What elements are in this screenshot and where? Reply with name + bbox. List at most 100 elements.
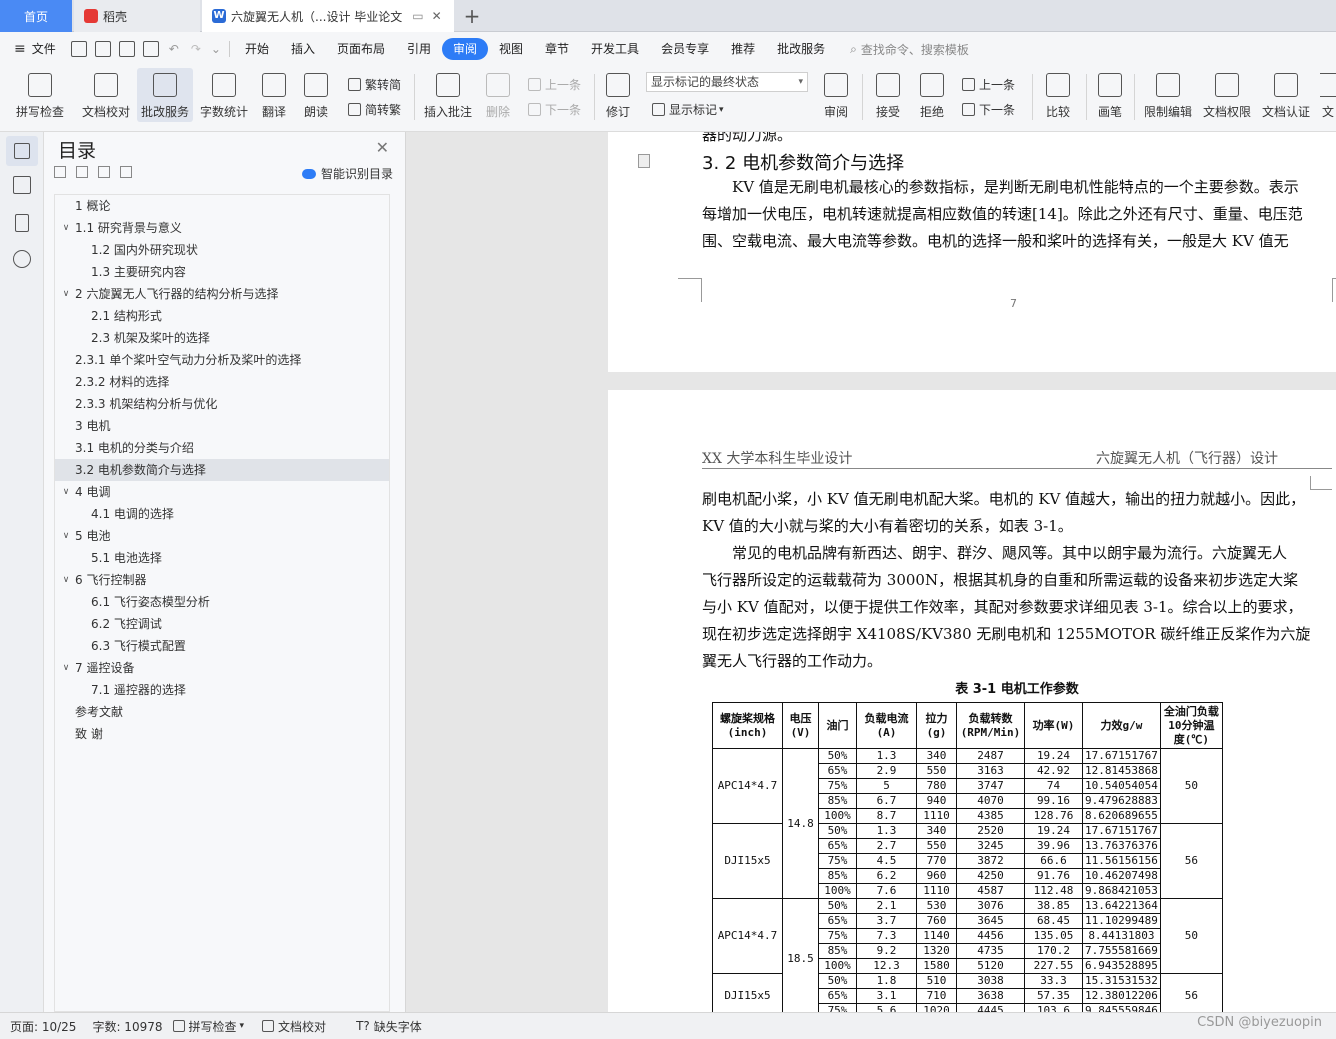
menu-view[interactable]: 视图 xyxy=(488,38,534,60)
chevron-down-icon[interactable]: ∨ xyxy=(61,569,71,591)
search-icon[interactable] xyxy=(13,250,31,268)
menu-reference[interactable]: 引用 xyxy=(396,38,442,60)
annotation-icon[interactable] xyxy=(638,154,650,168)
next-comment-button[interactable]: 下一条 xyxy=(528,101,581,118)
toc-item[interactable]: 2.3.1 单个桨叶空气动力分析及桨叶的选择 xyxy=(55,349,389,371)
ribbon-more-button[interactable]: 文 xyxy=(1320,68,1336,120)
proofread-status[interactable]: 文档校对 xyxy=(262,1018,326,1035)
toc-rail-button[interactable] xyxy=(6,136,38,166)
doc-certify-button[interactable]: 文档认证 xyxy=(1258,68,1314,120)
toc-item[interactable]: 7.1 遥控器的选择 xyxy=(55,679,389,701)
structure-icon[interactable] xyxy=(13,176,31,194)
toc-item[interactable]: ∨ 6 飞行控制器 xyxy=(55,569,389,591)
save-icon[interactable] xyxy=(70,41,87,57)
menu-member[interactable]: 会员专享 xyxy=(650,38,720,60)
prev-comment-button[interactable]: 上一条 xyxy=(528,76,581,93)
review-pane-button[interactable]: 审阅 xyxy=(816,68,856,120)
trad-to-simp-button[interactable]: 繁转简 xyxy=(348,76,401,93)
close-icon[interactable]: ✕ xyxy=(376,138,389,157)
expand-up-icon[interactable] xyxy=(76,166,88,178)
toc-item[interactable]: 2.3.3 机架结构分析与优化 xyxy=(55,393,389,415)
menu-insert[interactable]: 插入 xyxy=(280,38,326,60)
chevron-down-icon[interactable]: ∨ xyxy=(61,283,71,305)
toc-item[interactable]: 1 概论 xyxy=(55,195,389,217)
toc-item[interactable]: ∨ 5 电池 xyxy=(55,525,389,547)
reject-button[interactable]: 拒绝 xyxy=(912,68,952,120)
new-tab-button[interactable]: + xyxy=(458,0,486,32)
undo-icon[interactable]: ↶ xyxy=(169,42,179,56)
accept-button[interactable]: 接受 xyxy=(868,68,908,120)
toc-item[interactable]: 3.2 电机参数简介与选择 xyxy=(55,459,389,481)
pen-button[interactable]: 画笔 xyxy=(1092,68,1128,120)
restrict-edit-button[interactable]: 限制编辑 xyxy=(1140,68,1196,120)
translate-button[interactable]: 翻译 xyxy=(256,68,292,120)
toc-item[interactable]: ∨ 1.1 研究背景与意义 xyxy=(55,217,389,239)
prev-change-button[interactable]: 上一条 xyxy=(962,76,1015,93)
tab-document[interactable]: W 六旋翼无人机（...设计 毕业论文 ▭ ✕ xyxy=(202,0,454,32)
remove-item-icon[interactable] xyxy=(120,166,132,178)
spell-check-button[interactable]: 拼写检查 xyxy=(10,68,70,120)
print-icon[interactable] xyxy=(118,41,135,57)
tab-home[interactable]: 首页 xyxy=(0,0,72,32)
delete-comment-button[interactable]: 删除 xyxy=(480,68,516,120)
menu-file[interactable]: 文件 xyxy=(26,38,67,60)
toc-item[interactable]: 3 电机 xyxy=(55,415,389,437)
smart-toc-button[interactable]: 智能识别目录 xyxy=(301,165,393,182)
compare-button[interactable]: 比较 xyxy=(1038,68,1078,120)
toc-item[interactable]: ∨ 4 电调 xyxy=(55,481,389,503)
menu-recommend[interactable]: 推荐 xyxy=(720,38,766,60)
collapse-all-icon[interactable] xyxy=(54,166,66,178)
menu-chapter[interactable]: 章节 xyxy=(534,38,580,60)
track-changes-button[interactable]: 修订 xyxy=(600,68,636,120)
redo-icon[interactable]: ↷ xyxy=(191,42,201,56)
word-count-button[interactable]: 字数统计 xyxy=(196,68,252,120)
proofread-button[interactable]: 文档校对 xyxy=(78,68,134,120)
menu-start[interactable]: 开始 xyxy=(234,38,280,60)
toc-item[interactable]: 1.2 国内外研究现状 xyxy=(55,239,389,261)
toc-item[interactable]: 4.1 电调的选择 xyxy=(55,503,389,525)
toc-item[interactable]: 2.1 结构形式 xyxy=(55,305,389,327)
page-indicator[interactable]: 页面: 10/25 xyxy=(10,1018,76,1035)
menu-layout[interactable]: 页面布局 xyxy=(326,38,396,60)
add-item-icon[interactable] xyxy=(98,166,110,178)
read-aloud-button[interactable]: 朗读 xyxy=(298,68,334,120)
next-change-button[interactable]: 下一条 xyxy=(962,101,1015,118)
toc-item[interactable]: 6.1 飞行姿态模型分析 xyxy=(55,591,389,613)
bookmark-icon[interactable] xyxy=(15,214,29,232)
doc-permission-button[interactable]: 文档权限 xyxy=(1199,68,1255,120)
close-tab-icon[interactable]: ✕ xyxy=(432,9,442,23)
export-icon[interactable] xyxy=(94,41,111,57)
insert-comment-button[interactable]: 插入批注 xyxy=(420,68,476,120)
menu-review[interactable]: 审阅 xyxy=(442,38,489,60)
chevron-down-icon[interactable]: ∨ xyxy=(61,657,71,679)
menu-devtools[interactable]: 开发工具 xyxy=(580,38,650,60)
review-service-button[interactable]: 批改服务 xyxy=(137,68,193,122)
command-search[interactable]: 查找命令、搜索模板 xyxy=(861,41,969,58)
missing-font-status[interactable]: T? 缺失字体 xyxy=(356,1018,422,1035)
toc-item[interactable]: ∨ 7 遥控设备 xyxy=(55,657,389,679)
toc-item[interactable]: 参考文献 xyxy=(55,701,389,723)
more-icon[interactable]: ⌄ xyxy=(211,42,221,56)
chevron-down-icon[interactable]: ∨ xyxy=(61,217,71,239)
toc-item[interactable]: 5.1 电池选择 xyxy=(55,547,389,569)
hamburger-icon[interactable]: ≡ xyxy=(14,41,26,57)
menu-correction[interactable]: 批改服务 xyxy=(766,38,836,60)
preview-icon[interactable] xyxy=(142,41,159,57)
screen-icon[interactable]: ▭ xyxy=(412,9,423,23)
chevron-down-icon[interactable]: ∨ xyxy=(61,525,71,547)
toc-item[interactable]: 3.1 电机的分类与介绍 xyxy=(55,437,389,459)
toc-item[interactable]: 1.3 主要研究内容 xyxy=(55,261,389,283)
toc-item[interactable]: ∨ 2 六旋翼无人飞行器的结构分析与选择 xyxy=(55,283,389,305)
show-marks-button[interactable]: 显示标记 ▾ xyxy=(652,101,724,118)
toc-item[interactable]: 6.2 飞控调试 xyxy=(55,613,389,635)
spell-check-status[interactable]: 拼写检查 ▾ xyxy=(172,1018,244,1035)
simp-to-trad-button[interactable]: 简转繁 xyxy=(348,101,401,118)
chevron-down-icon[interactable]: ∨ xyxy=(61,481,71,503)
tab-daoke[interactable]: 稻壳 xyxy=(74,0,200,32)
markup-display-select[interactable]: 显示标记的最终状态 ▾ xyxy=(646,72,808,92)
word-count-indicator[interactable]: 字数: 10978 xyxy=(92,1018,162,1035)
toc-item[interactable]: 2.3.2 材料的选择 xyxy=(55,371,389,393)
toc-item[interactable]: 致 谢 xyxy=(55,723,389,745)
toc-item[interactable]: 6.3 飞行模式配置 xyxy=(55,635,389,657)
toc-item[interactable]: 2.3 机架及桨叶的选择 xyxy=(55,327,389,349)
